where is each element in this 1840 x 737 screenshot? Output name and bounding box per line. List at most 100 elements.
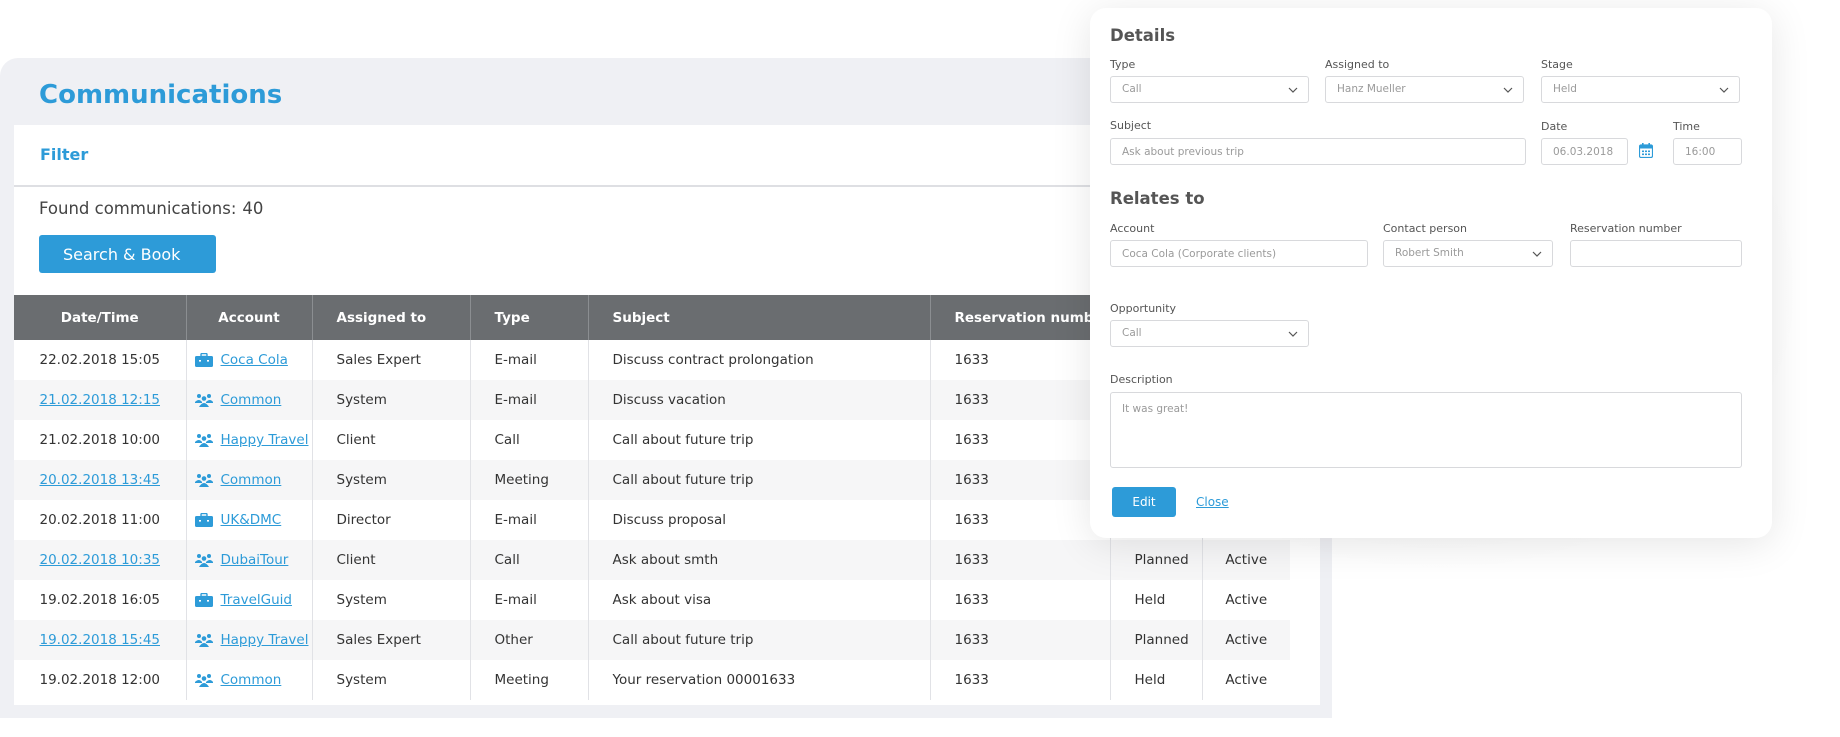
cell-type: Call: [470, 420, 589, 460]
cell-datetime: 22.02.2018 15:05: [14, 340, 187, 380]
cell-assigned-to: Sales Expert: [312, 340, 471, 380]
cell-account: UK&DMC: [186, 500, 313, 540]
stage-select[interactable]: Held: [1541, 76, 1740, 103]
account-input[interactable]: [1110, 240, 1368, 267]
account-label: Account: [1110, 222, 1155, 235]
group-icon: [194, 554, 213, 567]
close-link[interactable]: Close: [1196, 495, 1229, 509]
cell-datetime: 20.02.2018 11:00: [14, 500, 187, 540]
cell-type: E-mail: [470, 500, 589, 540]
reservation-number-input[interactable]: [1570, 240, 1742, 267]
type-select[interactable]: Call: [1110, 76, 1309, 103]
cell-subject: Discuss proposal: [588, 500, 931, 540]
cell-assigned-to: Sales Expert: [312, 620, 471, 660]
column-header-type[interactable]: Type: [470, 295, 589, 340]
assigned-to-label: Assigned to: [1325, 58, 1390, 71]
table-row[interactable]: 19.02.2018 16:05 TravelGuid System E-mail As…: [14, 580, 1290, 620]
cell-datetime: 19.02.2018 12:00: [14, 660, 187, 700]
opportunity-label: Opportunity: [1110, 302, 1177, 315]
datetime-text: 21.02.2018 10:00: [39, 432, 161, 448]
cell-account: TravelGuid: [186, 580, 313, 620]
account-link[interactable]: DubaiTour: [221, 552, 289, 568]
cell-account: Common: [186, 660, 313, 700]
account-link[interactable]: UK&DMC: [221, 512, 282, 528]
datetime-link[interactable]: 20.02.2018 13:45: [40, 472, 161, 488]
reservation-number-label: Reservation number: [1570, 222, 1682, 235]
column-header-datetime[interactable]: Date/Time: [14, 295, 187, 340]
cell-type: Meeting: [470, 660, 589, 700]
datetime-link[interactable]: 19.02.2018 15:45: [40, 632, 161, 648]
column-header-account[interactable]: Account: [186, 295, 313, 340]
description-textarea[interactable]: It was great!: [1110, 392, 1742, 468]
edit-button[interactable]: Edit: [1112, 487, 1176, 517]
calendar-icon[interactable]: [1639, 143, 1653, 158]
time-input[interactable]: [1673, 138, 1742, 165]
filter-toggle[interactable]: Filter: [40, 145, 88, 164]
found-count: 40: [242, 199, 264, 218]
contact-person-label: Contact person: [1383, 222, 1467, 235]
cell-subject: Ask about smth: [588, 540, 931, 580]
chevron-down-icon: [1532, 251, 1542, 257]
cell-stage: Held: [1110, 660, 1203, 700]
datetime-text: 19.02.2018 12:00: [39, 672, 161, 688]
opportunity-select[interactable]: Call: [1110, 320, 1309, 347]
time-label: Time: [1673, 120, 1700, 133]
cell-type: Call: [470, 540, 589, 580]
account-link[interactable]: Happy Travel: [221, 632, 309, 648]
cell-account: DubaiTour: [186, 540, 313, 580]
cell-subject: Call about future trip: [588, 420, 931, 460]
cell-assigned-to: Client: [312, 540, 471, 580]
cell-datetime: 20.02.2018 10:35: [14, 540, 187, 580]
opportunity-value: Call: [1122, 327, 1142, 339]
datetime-text: 22.02.2018 15:05: [39, 352, 161, 368]
stage-label: Stage: [1541, 58, 1573, 71]
cell-datetime: 19.02.2018 15:45: [14, 620, 187, 660]
page-title: Communications: [39, 80, 283, 110]
chevron-down-icon: [1288, 331, 1298, 337]
cell-subject: Your reservation 00001633: [588, 660, 931, 700]
chevron-down-icon: [1719, 87, 1729, 93]
account-link[interactable]: Common: [221, 392, 282, 408]
account-link[interactable]: TravelGuid: [221, 592, 292, 608]
cell-subject: Discuss contract prolongation: [588, 340, 931, 380]
cell-datetime: 21.02.2018 10:00: [14, 420, 187, 460]
subject-input[interactable]: [1110, 138, 1526, 165]
column-header-subject[interactable]: Subject: [588, 295, 931, 340]
cell-type: Other: [470, 620, 589, 660]
column-header-assigned-to[interactable]: Assigned to: [312, 295, 471, 340]
assigned-to-select[interactable]: Hanz Mueller: [1325, 76, 1524, 103]
cell-stage: Planned: [1110, 620, 1203, 660]
datetime-text: 20.02.2018 11:00: [39, 512, 161, 528]
briefcase-icon: [194, 593, 213, 607]
cell-reservation-number: 1633: [930, 620, 1111, 660]
search-book-button[interactable]: Search & Book: [39, 235, 216, 273]
datetime-link[interactable]: 20.02.2018 10:35: [40, 552, 161, 568]
table-row[interactable]: 19.02.2018 12:00 Common System Meeting Your …: [14, 660, 1290, 700]
cell-subject: Call about future trip: [588, 620, 931, 660]
cell-account: Coca Cola: [186, 340, 313, 380]
account-link[interactable]: Common: [221, 672, 282, 688]
account-link[interactable]: Common: [221, 472, 282, 488]
type-label: Type: [1110, 58, 1136, 71]
cell-status: Active: [1225, 672, 1268, 688]
contact-person-select[interactable]: Robert Smith: [1383, 240, 1553, 267]
relates-to-heading: Relates to: [1110, 189, 1205, 208]
briefcase-icon: [194, 353, 213, 367]
table-row[interactable]: 19.02.2018 15:45 Happy Travel Sales Expert…: [14, 620, 1290, 660]
cell-type: E-mail: [470, 580, 589, 620]
found-label: Found communications:: [39, 199, 237, 218]
cell-account: Common: [186, 460, 313, 500]
cell-assigned-to: Client: [312, 420, 471, 460]
datetime-link[interactable]: 21.02.2018 12:15: [40, 392, 161, 408]
cell-reservation-number: 1633: [930, 660, 1111, 700]
account-link[interactable]: Coca Cola: [221, 352, 288, 368]
cell-subject: Ask about visa: [588, 580, 931, 620]
cell-account: Happy Travel: [186, 420, 313, 460]
description-label: Description: [1110, 373, 1173, 386]
account-link[interactable]: Happy Travel: [221, 432, 309, 448]
date-input[interactable]: [1541, 138, 1628, 165]
found-communications: Found communications: 40: [39, 199, 263, 218]
cell-assigned-to: System: [312, 460, 471, 500]
cell-assigned-to: System: [312, 380, 471, 420]
chevron-down-icon: [1503, 87, 1513, 93]
